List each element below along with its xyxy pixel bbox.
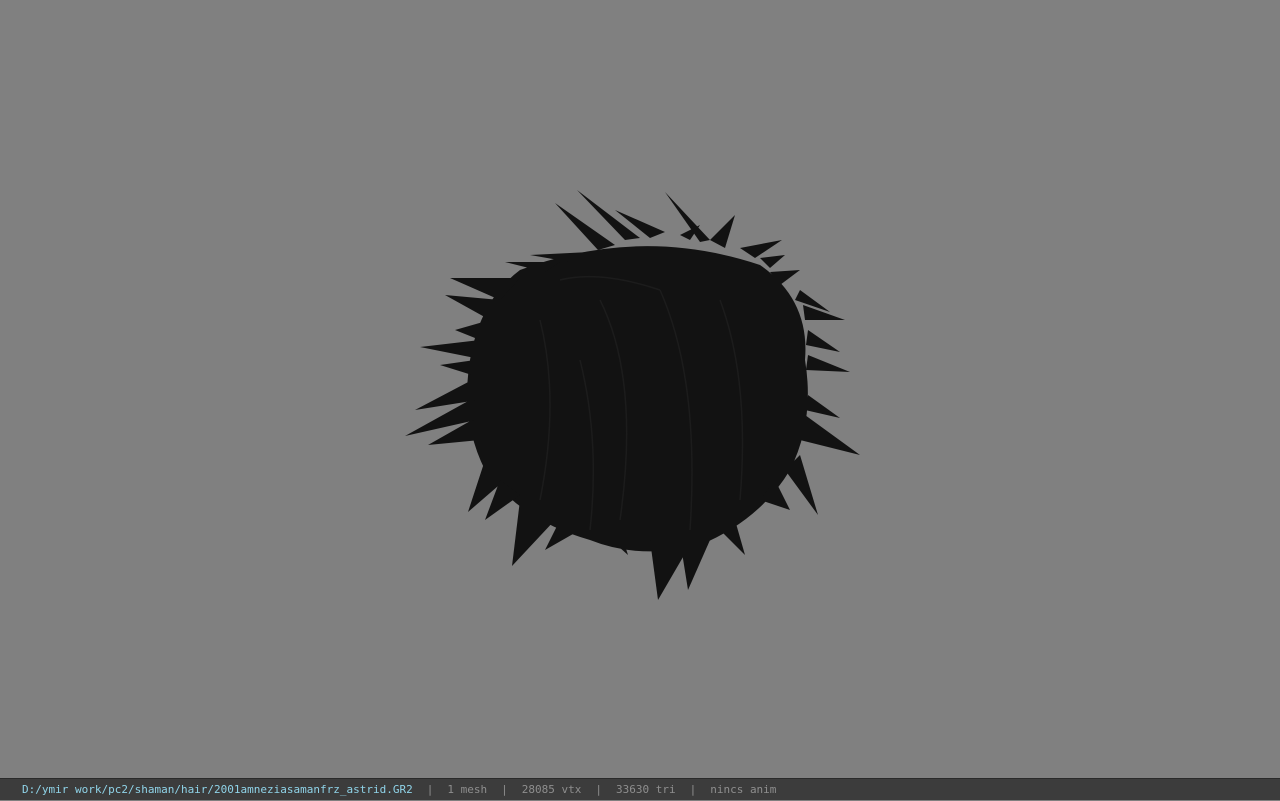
separator: | bbox=[501, 783, 508, 796]
vertex-count-text: 28085 vtx bbox=[521, 783, 582, 796]
file-path-text: D:/ymir work/pc2/shaman/hair/2001amnezia… bbox=[22, 783, 413, 796]
separator: | bbox=[689, 783, 697, 796]
hair-mesh-icon bbox=[405, 190, 860, 600]
separator: | bbox=[426, 783, 434, 796]
triangle-count-text: 33630 tri bbox=[615, 783, 676, 796]
3d-viewport[interactable] bbox=[0, 0, 1280, 778]
hair-model bbox=[405, 190, 860, 600]
mesh-count-text: 1 mesh bbox=[447, 783, 488, 796]
separator: | bbox=[595, 783, 602, 796]
animation-status-text: nincs anim bbox=[710, 783, 777, 796]
status-bar: D:/ymir work/pc2/shaman/hair/2001amnezia… bbox=[0, 778, 1280, 800]
